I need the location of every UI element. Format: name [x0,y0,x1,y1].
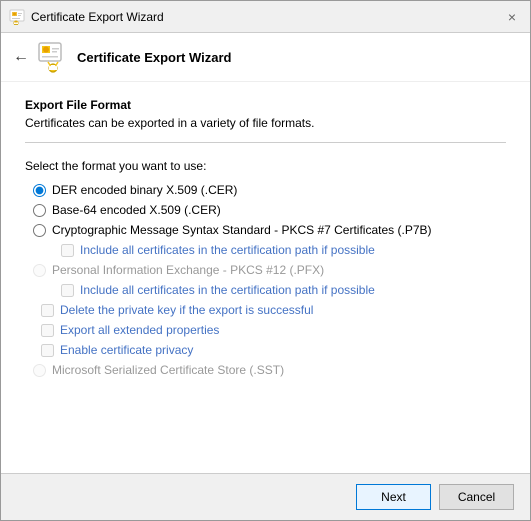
divider [25,142,506,143]
back-button[interactable]: ← [13,48,29,66]
option-der[interactable]: DER encoded binary X.509 (.CER) [33,183,506,197]
section-desc: Certificates can be exported in a variet… [25,116,506,130]
radio-pkcs7[interactable] [33,224,46,237]
cert-icon [9,9,25,25]
option-pfx[interactable]: Personal Information Exchange - PKCS #12… [33,263,506,277]
radio-der[interactable] [33,184,46,197]
checkbox-export-ext-label: Export all extended properties [60,323,219,337]
option-pkcs7[interactable]: Cryptographic Message Syntax Standard - … [33,223,506,237]
label-base64: Base-64 encoded X.509 (.CER) [52,203,221,217]
title-bar-left: Certificate Export Wizard [9,9,164,25]
checkbox-include-pfx[interactable]: Include all certificates in the certific… [33,283,506,297]
option-base64[interactable]: Base-64 encoded X.509 (.CER) [33,203,506,217]
checkbox-export-ext-input[interactable] [41,324,54,337]
label-der: DER encoded binary X.509 (.CER) [52,183,237,197]
label-pkcs7: Cryptographic Message Syntax Standard - … [52,223,432,237]
label-sst: Microsoft Serialized Certificate Store (… [52,363,284,377]
format-options: DER encoded binary X.509 (.CER) Base-64 … [25,183,506,377]
checkbox-delete-key-input[interactable] [41,304,54,317]
nav-bar: ← Certificate Export Wizard [1,33,530,82]
checkbox-include-p7b[interactable]: Include all certificates in the certific… [33,243,506,257]
title-bar: Certificate Export Wizard × [1,1,530,33]
checkbox-cert-privacy-label: Enable certificate privacy [60,343,193,357]
checkbox-delete-key[interactable]: Delete the private key if the export is … [33,303,506,317]
label-pfx: Personal Information Exchange - PKCS #12… [52,263,324,277]
checkbox-pfx-input[interactable] [61,284,74,297]
wizard-window: Certificate Export Wizard × ← Certificat… [0,0,531,521]
section-title: Export File Format [25,98,506,112]
option-sst[interactable]: Microsoft Serialized Certificate Store (… [33,363,506,377]
content-area: Export File Format Certificates can be e… [1,82,530,473]
checkbox-export-ext[interactable]: Export all extended properties [33,323,506,337]
checkbox-pfx-label: Include all certificates in the certific… [80,283,375,297]
checkbox-p7b-input[interactable] [61,244,74,257]
radio-pfx[interactable] [33,264,46,277]
format-prompt: Select the format you want to use: [25,159,506,173]
wizard-title: Certificate Export Wizard [77,50,231,65]
close-button[interactable]: × [502,7,522,27]
checkbox-p7b-label: Include all certificates in the certific… [80,243,375,257]
checkbox-delete-key-label: Delete the private key if the export is … [60,303,313,317]
radio-base64[interactable] [33,204,46,217]
radio-sst[interactable] [33,364,46,377]
checkbox-cert-privacy-input[interactable] [41,344,54,357]
footer: Next Cancel [1,473,530,520]
checkbox-cert-privacy[interactable]: Enable certificate privacy [33,343,506,357]
wizard-cert-icon [37,41,69,73]
cancel-button[interactable]: Cancel [439,484,514,510]
next-button[interactable]: Next [356,484,431,510]
window-title: Certificate Export Wizard [31,10,164,24]
